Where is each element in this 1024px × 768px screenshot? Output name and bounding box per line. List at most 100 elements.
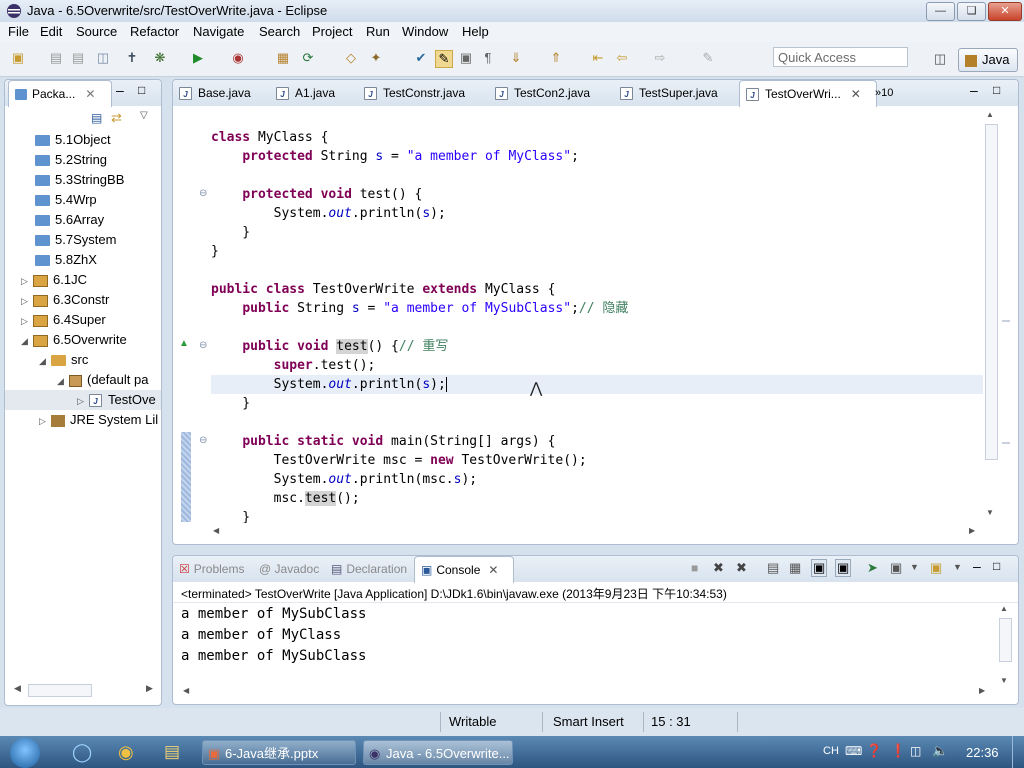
tree-item-5.8zhx[interactable]: 5.8ZhX [5, 250, 161, 270]
fold-icon[interactable]: ⊖ [199, 435, 207, 446]
tab-declaration[interactable]: ▤ Declaration [331, 556, 407, 582]
chevron-right-icon[interactable]: ▷ [21, 311, 33, 331]
tree-item-jre-system-library[interactable]: ▷ JRE System Lil [5, 410, 161, 430]
new-package-icon[interactable]: ⟳ [300, 50, 316, 66]
forward-icon[interactable]: ⇨ [652, 50, 668, 66]
show-on-output-icon[interactable]: ▣ [811, 559, 828, 577]
tree-item-5.2string[interactable]: 5.2String [5, 150, 161, 170]
tab-a1-java[interactable]: J A1.java [276, 80, 335, 106]
tree-item-5.3stringbb[interactable]: 5.3StringBB [5, 170, 161, 190]
toggle-mark-occurrences-icon[interactable]: ✔ [413, 50, 429, 66]
network-icon[interactable]: ◫ [910, 744, 921, 758]
menu-run[interactable]: Run [366, 24, 390, 39]
tree-item-5.1object[interactable]: 5.1Object [5, 130, 161, 150]
chevron-right-icon[interactable]: ▷ [77, 391, 89, 410]
editor-vertical-scrollbar[interactable]: ▲ ▼ [984, 110, 998, 520]
pin-editor-icon[interactable]: ✎ [700, 50, 716, 66]
menu-navigate[interactable]: Navigate [193, 24, 244, 39]
scroll-up-icon[interactable]: ▲ [986, 110, 994, 119]
editor-horizontal-scrollbar[interactable]: ◀ ▶ [211, 526, 983, 538]
chevron-right-icon[interactable]: ▷ [21, 271, 33, 291]
open-type-icon[interactable]: ◇ [343, 50, 359, 66]
override-indicator-icon[interactable]: ▲ [179, 338, 189, 349]
block-selection-icon[interactable]: ▣ [458, 50, 474, 66]
chrome-icon[interactable]: ◉ [118, 742, 134, 763]
tab-console[interactable]: ▣ Console ✕ [414, 556, 514, 583]
tree-item-6.3constr[interactable]: ▷ 6.3Constr [5, 290, 161, 310]
minimize-view-icon[interactable]: – [973, 558, 981, 574]
chevron-down-icon[interactable]: ◢ [57, 371, 69, 391]
tree-item-5.6array[interactable]: 5.6Array [5, 210, 161, 230]
show-desktop-button[interactable] [1012, 736, 1024, 768]
overview-marker[interactable] [1002, 320, 1010, 322]
link-with-editor-icon[interactable]: ⇄ [111, 110, 122, 126]
tree-item-6.1jc[interactable]: ▷ 6.1JC [5, 270, 161, 290]
console-horizontal-scrollbar[interactable]: ◀ ▶ [181, 686, 993, 698]
tab-overflow[interactable]: »10 [875, 80, 893, 106]
tab-testconstr-java[interactable]: J TestConstr.java [364, 80, 465, 106]
tab-testsuper-java[interactable]: J TestSuper.java [620, 80, 718, 106]
close-window-button[interactable]: ✕ [988, 2, 1022, 21]
open-perspective-icon[interactable]: ◫ [932, 51, 948, 67]
print-icon[interactable]: ◫ [95, 50, 111, 66]
internet-explorer-icon[interactable]: ◯ [72, 742, 92, 763]
dropdown-icon[interactable]: ▼ [910, 562, 919, 572]
previous-annotation-icon[interactable]: ⇑ [548, 50, 564, 66]
minimize-button[interactable]: — [926, 2, 955, 21]
volume-icon[interactable]: 🔈 [932, 743, 948, 759]
open-console-icon[interactable]: ▣ [930, 560, 942, 576]
view-menu-icon[interactable]: ▽ [140, 110, 148, 121]
tree-item-5.7system[interactable]: 5.7System [5, 230, 161, 250]
menu-project[interactable]: Project [312, 24, 352, 39]
scroll-right-icon[interactable]: ▶ [969, 526, 975, 535]
highlight-icon[interactable]: ✎ [435, 50, 453, 68]
console-vertical-scrollbar[interactable]: ▲ ▼ [998, 604, 1012, 686]
scroll-right-icon[interactable]: ▶ [979, 686, 985, 695]
external-tools-icon[interactable]: ◉ [230, 50, 246, 66]
search-icon[interactable]: ✦ [368, 50, 384, 66]
menu-window[interactable]: Window [402, 24, 448, 39]
next-annotation-icon[interactable]: ⇓ [508, 50, 524, 66]
close-tab-icon[interactable]: ✕ [488, 563, 498, 577]
display-console-icon[interactable]: ▣ [890, 560, 902, 576]
quick-access-input[interactable]: Quick Access [773, 47, 908, 67]
dropdown-icon[interactable]: ▼ [953, 562, 962, 572]
scroll-left-icon[interactable]: ◀ [183, 686, 189, 695]
tab-base-java[interactable]: J Base.java [179, 80, 251, 106]
chevron-right-icon[interactable]: ▷ [39, 411, 51, 431]
tab-package-explorer[interactable]: Packa... ✕ [8, 80, 112, 107]
taskbar-item-eclipse[interactable]: ◉ Java - 6.5Overwrite... [363, 740, 513, 765]
tree-item-6.4super[interactable]: ▷ 6.4Super [5, 310, 161, 330]
menu-help[interactable]: Help [462, 24, 489, 39]
overview-marker[interactable] [1002, 442, 1010, 444]
remove-launch-icon[interactable]: ✖ [713, 560, 724, 576]
keyboard-icon[interactable]: ⌨ [845, 744, 862, 758]
show-on-error-icon[interactable]: ▣ [835, 559, 852, 577]
java-perspective-button[interactable]: Java [958, 48, 1018, 72]
fold-icon[interactable]: ⊖ [199, 188, 207, 199]
fold-icon[interactable]: ⊖ [199, 340, 207, 351]
run-icon[interactable]: ▶ [190, 50, 206, 66]
tab-javadoc[interactable]: @ Javadoc [259, 556, 319, 582]
help-icon[interactable]: ❓ [866, 743, 882, 759]
tab-problems[interactable]: ☒ Problems [179, 556, 244, 582]
save-all-icon[interactable]: ▤ [70, 50, 86, 66]
maximize-view-icon[interactable]: □ [138, 83, 145, 97]
console-output[interactable]: a member of MySubClass a member of MyCla… [181, 604, 366, 667]
chevron-down-icon[interactable]: ◢ [39, 351, 51, 371]
new-java-project-icon[interactable]: ▦ [275, 50, 291, 66]
scroll-down-icon[interactable]: ▼ [986, 508, 994, 517]
overflow-icon[interactable]: ❗ [890, 743, 906, 759]
save-icon[interactable]: ▤ [48, 50, 64, 66]
back-icon[interactable]: ⇦ [614, 50, 630, 66]
remove-all-launches-icon[interactable]: ✖ [736, 560, 747, 576]
clock[interactable]: 22:36 [966, 745, 999, 760]
chevron-right-icon[interactable]: ▷ [21, 291, 33, 311]
explorer-horizontal-scrollbar[interactable]: ◀ ▶ [14, 683, 155, 697]
menu-edit[interactable]: Edit [40, 24, 62, 39]
maximize-view-icon[interactable]: □ [993, 559, 1000, 573]
pin-console-icon[interactable]: ➤ [867, 560, 878, 576]
chevron-down-icon[interactable]: ◢ [21, 331, 33, 351]
close-tab-icon[interactable]: ✕ [85, 87, 95, 101]
code-area[interactable]: class MyClass { protected String s = "a … [211, 128, 983, 523]
